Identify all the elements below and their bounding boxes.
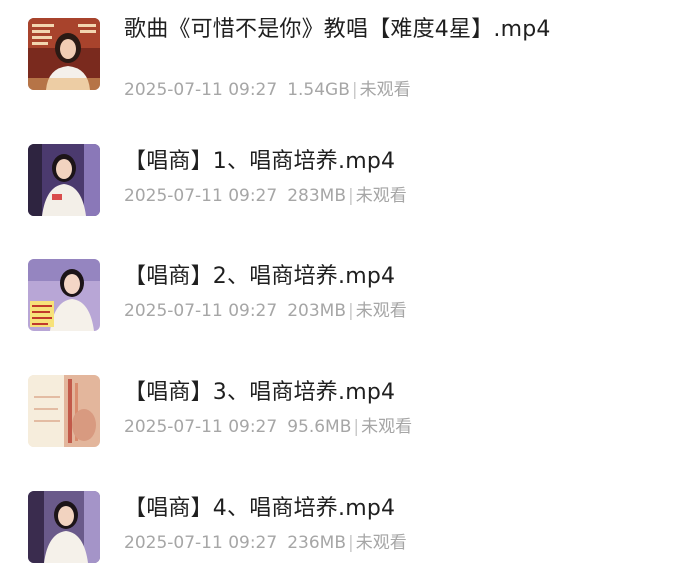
file-size: 203MB [287,301,346,321]
file-size: 236MB [287,533,346,553]
file-date: 2025-07-11 09:27 [124,301,278,321]
watch-status: 未观看 [355,301,407,321]
file-item[interactable]: 【唱商】4、唱商培养.mp4 2025-07-11 09:27 236MB | 未观看 [0,481,684,581]
file-name: 【唱商】2、唱商培养.mp4 [124,264,396,289]
file-list: 歌曲《可惜不是你》教唱【难度4星】.mp4 2025-07-11 09:27 1.… [0,0,684,577]
file-date: 2025-07-11 09:27 [124,80,278,100]
separator: | [353,417,360,437]
video-thumbnail-icon [28,259,100,331]
file-item[interactable]: 【唱商】2、唱商培养.mp4 2025-07-11 09:27 203MB | 未观看 [0,249,684,349]
separator: | [351,80,358,100]
file-item[interactable]: 歌曲《可惜不是你》教唱【难度4星】.mp4 2025-07-11 09:27 1.… [0,8,684,108]
file-meta: 2025-07-11 09:27 236MB | 未观看 [124,531,407,555]
watch-status: 未观看 [359,80,411,100]
file-meta: 2025-07-11 09:27 95.6MB | 未观看 [124,415,412,439]
file-size: 283MB [287,186,346,206]
watch-status: 未观看 [361,417,413,437]
watch-status: 未观看 [355,533,407,553]
file-name: 【唱商】1、唱商培养.mp4 [124,149,396,174]
file-item[interactable]: 【唱商】1、唱商培养.mp4 2025-07-11 09:27 283MB | 未观看 [0,134,684,234]
video-thumbnail-icon [28,491,100,563]
file-size: 95.6MB [287,417,352,437]
video-thumbnail-icon [28,375,100,447]
file-name: 【唱商】4、唱商培养.mp4 [124,496,396,521]
file-name: 歌曲《可惜不是你》教唱【难度4星】.mp4 [124,17,551,42]
file-meta: 2025-07-11 09:27 203MB | 未观看 [124,299,407,323]
file-size: 1.54GB [287,80,350,100]
file-date: 2025-07-11 09:27 [124,533,278,553]
file-meta: 2025-07-11 09:27 1.54GB | 未观看 [124,78,411,102]
file-date: 2025-07-11 09:27 [124,417,278,437]
file-date: 2025-07-11 09:27 [124,186,278,206]
video-thumbnail-icon [28,144,100,216]
separator: | [347,186,354,206]
file-meta: 2025-07-11 09:27 283MB | 未观看 [124,184,407,208]
separator: | [347,533,354,553]
separator: | [347,301,354,321]
file-name: 【唱商】3、唱商培养.mp4 [124,380,396,405]
file-item[interactable]: 【唱商】3、唱商培养.mp4 2025-07-11 09:27 95.6MB | 未观… [0,365,684,465]
video-thumbnail-icon [28,18,100,90]
watch-status: 未观看 [355,186,407,206]
